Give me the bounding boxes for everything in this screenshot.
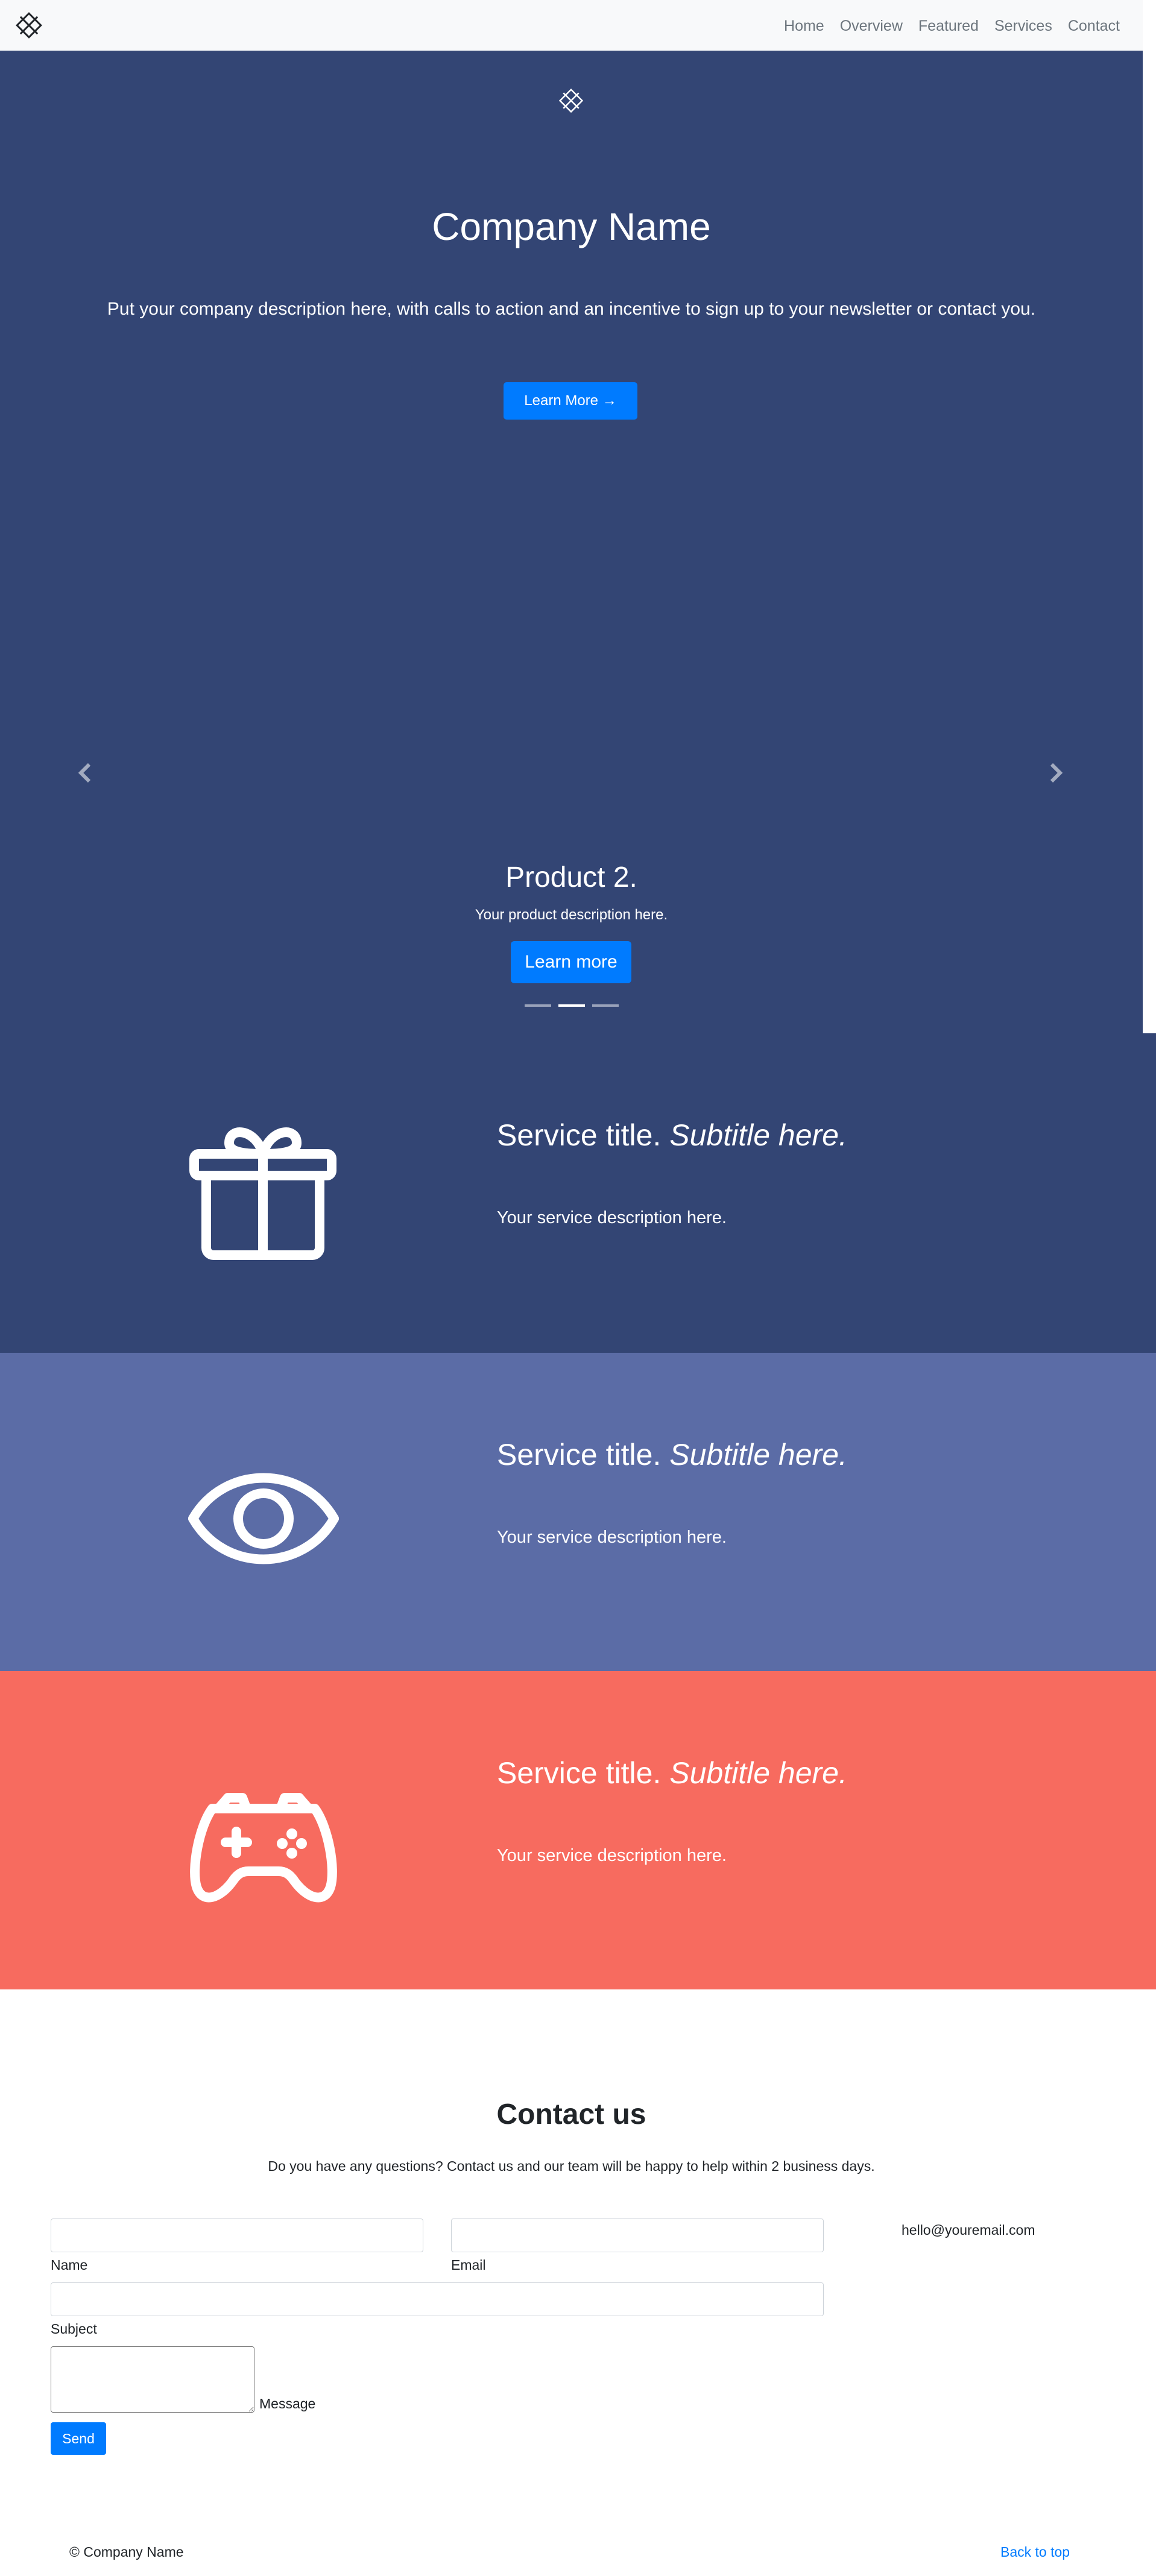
email-label: Email [451, 2257, 486, 2273]
nav-link-services[interactable]: Services [994, 17, 1052, 35]
contact-title: Contact us [496, 2099, 646, 2130]
name-input[interactable] [51, 2219, 423, 2252]
contact-email: hello@youremail.com [902, 2222, 1035, 2238]
carousel-indicators [525, 1004, 619, 1007]
service-description: Your service description here. [497, 1208, 727, 1227]
service-title: Service title. Subtitle here. [497, 1438, 847, 1472]
service-section: Service title. Subtitle here. Your servi… [0, 1353, 1156, 1671]
hero-section: Company Name Put your company descriptio… [0, 51, 1143, 1033]
diamond-grid-logo-icon[interactable] [12, 8, 46, 42]
email-input[interactable] [451, 2219, 824, 2252]
subject-input[interactable] [51, 2282, 824, 2316]
hero-title: Company Name [432, 205, 711, 248]
nav-link-home[interactable]: Home [784, 17, 824, 35]
navbar: Home Overview Featured Services Contact [0, 0, 1143, 51]
hero-description: Put your company description here, with … [107, 299, 1036, 319]
service-title: Service title. Subtitle here. [497, 1756, 847, 1790]
nav-link-contact[interactable]: Contact [1068, 17, 1120, 35]
message-textarea[interactable] [51, 2346, 254, 2413]
carousel-learn-more-button[interactable]: Learn more [511, 941, 631, 983]
chevron-right-icon[interactable] [1047, 761, 1065, 785]
nav-link-overview[interactable]: Overview [840, 17, 903, 35]
carousel-slide-title: Product 2. [505, 861, 637, 893]
service-section: Service title. Subtitle here. Your servi… [0, 1671, 1156, 1989]
nav-link-featured[interactable]: Featured [918, 17, 979, 35]
service-title: Service title. Subtitle here. [497, 1118, 847, 1152]
name-label: Name [51, 2257, 88, 2273]
service-description: Your service description here. [497, 1528, 727, 1547]
service-subtitle: Subtitle here. [669, 1756, 847, 1790]
gift-icon [189, 1127, 336, 1260]
carousel-indicator-active[interactable] [558, 1004, 585, 1007]
eye-icon [188, 1473, 339, 1564]
carousel-indicator[interactable] [592, 1004, 619, 1007]
diamond-grid-logo-icon [558, 88, 584, 113]
carousel-indicator[interactable] [525, 1004, 551, 1007]
learn-more-button[interactable]: Learn More → [504, 382, 637, 420]
subject-label: Subject [51, 2321, 97, 2337]
chevron-left-icon[interactable] [76, 761, 94, 785]
service-section: Service title. Subtitle here. Your servi… [0, 1033, 1156, 1353]
footer-copyright: © Company Name [69, 2544, 184, 2560]
carousel-slide-description: Your product description here. [475, 907, 668, 923]
service-subtitle: Subtitle here. [669, 1118, 847, 1152]
gamepad-icon [190, 1793, 337, 1903]
service-description: Your service description here. [497, 1846, 727, 1865]
contact-subtitle: Do you have any questions? Contact us an… [268, 2158, 875, 2174]
send-button[interactable]: Send [51, 2422, 106, 2455]
message-label: Message [259, 2396, 316, 2411]
back-to-top-link[interactable]: Back to top [1000, 2544, 1070, 2560]
nav-links: Home Overview Featured Services Contact [768, 17, 1120, 35]
service-subtitle: Subtitle here. [669, 1438, 847, 1472]
